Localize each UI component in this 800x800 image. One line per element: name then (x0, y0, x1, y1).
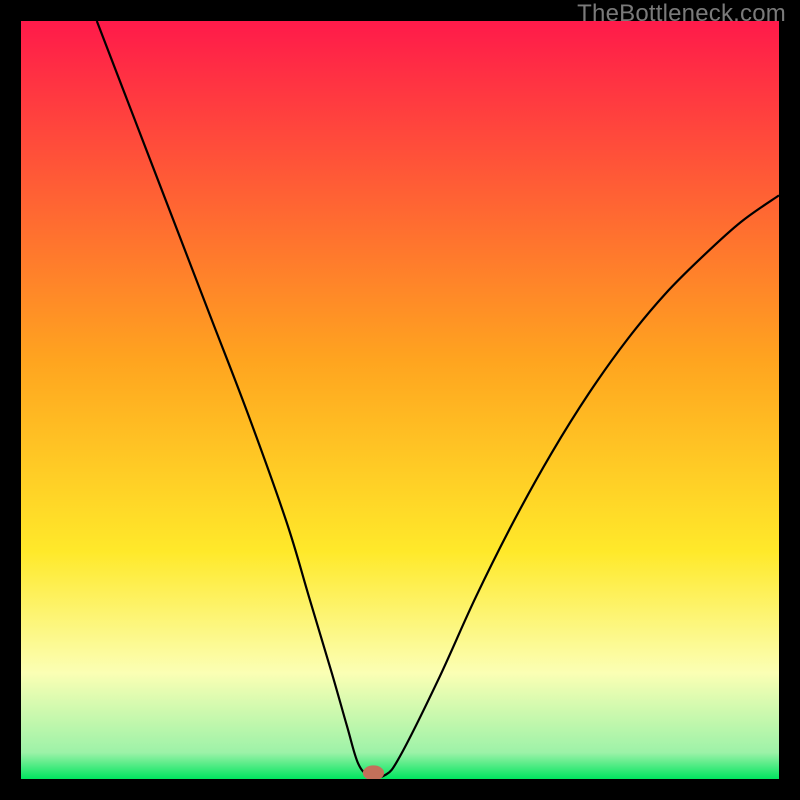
chart-background (21, 21, 779, 779)
watermark-text: TheBottleneck.com (577, 0, 786, 28)
chart-frame (14, 14, 786, 786)
bottleneck-chart (21, 21, 779, 779)
